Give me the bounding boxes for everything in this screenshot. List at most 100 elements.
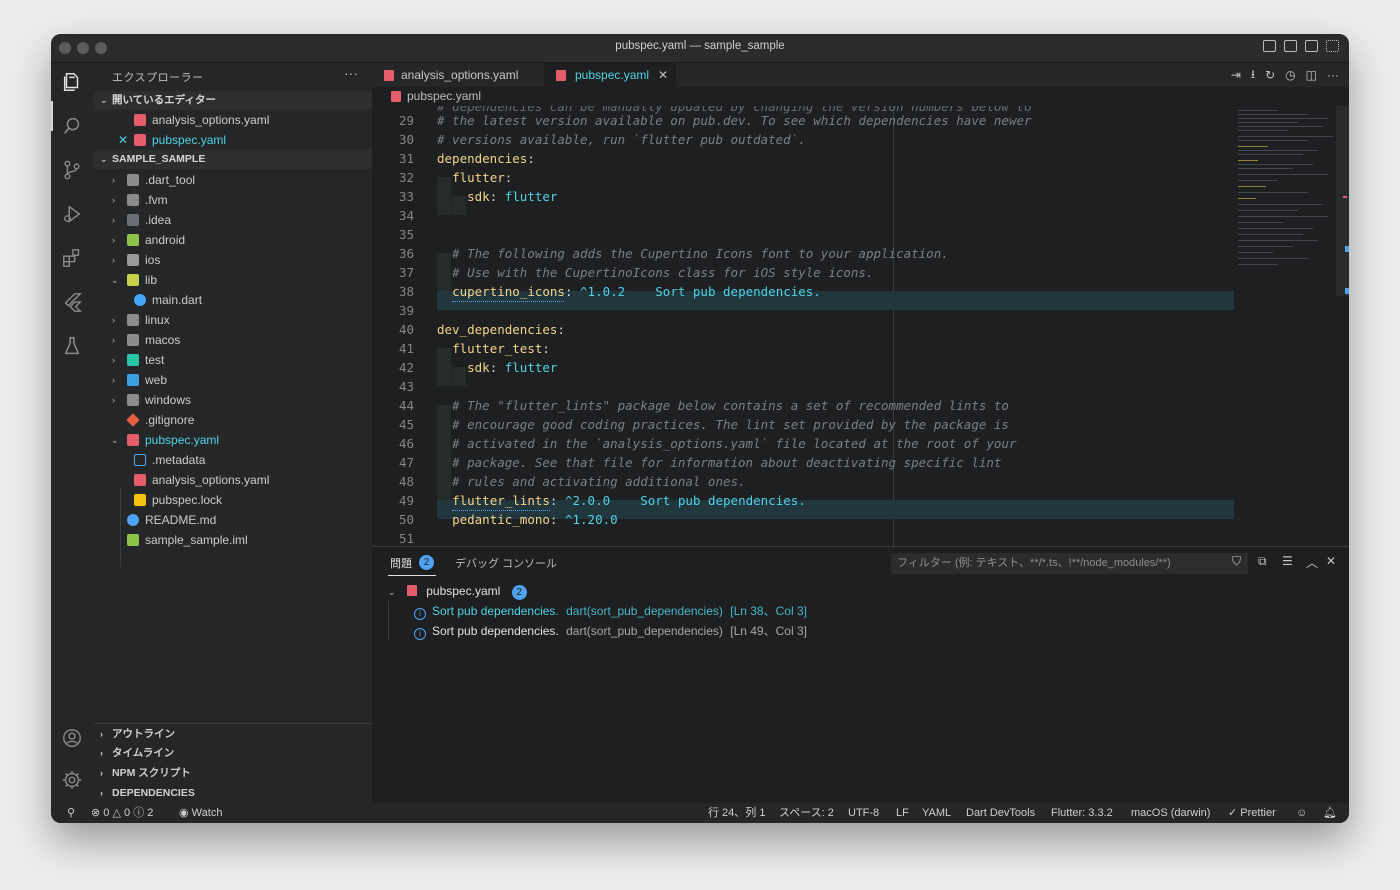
folder-icon — [127, 174, 139, 186]
toggle-panel-icon[interactable] — [1284, 40, 1297, 52]
tab-analysis-options[interactable]: analysis_options.yaml — [372, 63, 544, 87]
testing-icon[interactable] — [61, 335, 83, 357]
tree-item-main-dart[interactable]: main.dart — [94, 290, 372, 310]
chevron-down-icon: ⌄ — [100, 95, 108, 105]
tree-item-lib[interactable]: ⌄ lib — [94, 270, 372, 290]
extensions-icon[interactable] — [61, 247, 83, 269]
tab-pubspec-yaml[interactable]: pubspec.yaml ✕ — [544, 63, 676, 87]
tree-item-gitignore[interactable]: .gitignore — [94, 410, 372, 430]
minimap[interactable] — [1234, 106, 1349, 546]
info-icon: ⓘ — [133, 807, 145, 819]
tab-problems[interactable]: 問題 — [390, 555, 412, 571]
project-header[interactable]: ⌄ SAMPLE_SAMPLE — [94, 150, 372, 169]
customize-layout-icon[interactable] — [1326, 40, 1339, 52]
code-line: # rules and activating additional ones. — [437, 474, 746, 489]
prettier-status[interactable]: ✓ Prettier — [1228, 803, 1276, 823]
tree-item-dart-tool[interactable]: › .dart_tool — [94, 170, 372, 190]
problems-status[interactable]: ⊗ 0 △ 0 ⓘ 2 — [91, 803, 153, 823]
devtools-status[interactable]: Dart DevTools — [966, 803, 1035, 823]
info-file-icon — [127, 514, 139, 526]
watch-status[interactable]: ◉ Watch — [179, 803, 222, 823]
tree-item-pubspec-yaml[interactable]: ⌄ pubspec.yaml — [94, 430, 372, 450]
more-actions-icon[interactable]: ··· — [1327, 68, 1339, 82]
tree-item-linux[interactable]: › linux — [94, 310, 372, 330]
ios-folder-icon — [127, 254, 139, 266]
yaml-file-icon — [134, 474, 146, 486]
code-line: # activated in the `analysis_options.yam… — [437, 436, 1017, 451]
split-editor-icon[interactable]: ◫ — [1306, 68, 1317, 82]
close-icon[interactable]: ✕ — [118, 130, 128, 150]
close-tab-icon[interactable]: ✕ — [658, 63, 668, 87]
explorer-icon[interactable] — [61, 71, 83, 93]
open-preview-icon[interactable]: ⇥ — [1231, 68, 1241, 82]
warning-icon: △ — [112, 807, 121, 819]
encoding-status[interactable]: UTF-8 — [848, 803, 879, 823]
refresh-icon[interactable]: ↻ — [1265, 68, 1275, 82]
device-status[interactable]: macOS (darwin) — [1131, 803, 1210, 823]
tree-item-macos[interactable]: › macos — [94, 330, 372, 350]
tree-item-windows[interactable]: › windows — [94, 390, 372, 410]
tab-debug-console[interactable]: デバッグ コンソール — [455, 555, 557, 571]
timeline-section[interactable]: › タイムライン — [94, 743, 372, 763]
tree-item-ios[interactable]: › ios — [94, 250, 372, 270]
problem-file-row[interactable]: ⌄ pubspec.yaml 2 — [388, 581, 527, 601]
settings-gear-icon[interactable] — [61, 769, 83, 791]
tree-item-iml[interactable]: sample_sample.iml — [94, 530, 372, 550]
info-icon: i — [414, 628, 426, 640]
tree-item-pubspec-lock[interactable]: pubspec.lock — [94, 490, 372, 510]
problem-item[interactable]: i Sort pub dependencies. dart(sort_pub_de… — [414, 621, 807, 641]
run-debug-icon[interactable] — [61, 203, 83, 225]
code-line: # encourage good coding practices. The l… — [437, 417, 1009, 432]
tree-item-fvm[interactable]: › .fvm — [94, 190, 372, 210]
close-panel-icon[interactable]: ✕ — [1326, 554, 1336, 568]
problem-item[interactable]: i Sort pub dependencies. dart(sort_pub_de… — [414, 601, 807, 621]
remote-icon[interactable]: ⚲ — [67, 803, 75, 823]
toggle-secondary-sidebar-icon[interactable] — [1305, 40, 1318, 52]
source-control-icon[interactable] — [61, 159, 83, 181]
tree-item-android[interactable]: › android — [94, 230, 372, 250]
accounts-icon[interactable] — [61, 727, 83, 749]
editor-ruler — [893, 106, 894, 546]
code-line: pedantic_mono: ^1.20.0 — [452, 512, 618, 527]
download-icon[interactable]: ⭳ — [1251, 65, 1255, 86]
eol-status[interactable]: LF — [896, 803, 909, 823]
open-editor-item-active[interactable]: ✕ pubspec.yaml — [94, 130, 372, 150]
tree-item-readme[interactable]: README.md — [94, 510, 372, 530]
lock-file-icon — [134, 494, 146, 506]
history-icon[interactable]: ◷ — [1285, 68, 1295, 82]
tree-item-metadata[interactable]: .metadata — [94, 450, 372, 470]
filter-icon[interactable]: ⛉ — [1232, 554, 1241, 569]
open-editors-header[interactable]: ⌄ 開いているエディター — [94, 91, 372, 110]
indent-status[interactable]: スペース: 2 — [779, 803, 834, 823]
tree-item-idea[interactable]: › .idea — [94, 210, 372, 230]
maximize-panel-icon[interactable]: ︿ — [1306, 554, 1318, 571]
editor-tabs: analysis_options.yaml pubspec.yaml ✕ ⇥ ⭳… — [372, 63, 1349, 87]
breadcrumb[interactable]: pubspec.yaml — [372, 87, 1349, 106]
more-actions-icon[interactable]: ··· — [344, 65, 358, 81]
open-editor-item[interactable]: analysis_options.yaml — [94, 110, 372, 130]
code-editor[interactable]: # dependencies can be manually updated b… — [372, 106, 1349, 546]
search-icon[interactable] — [61, 115, 83, 137]
view-as-list-icon[interactable]: ☰ — [1282, 554, 1293, 568]
vscode-window: pubspec.yaml — sample_sample エクスプローラー ··… — [51, 34, 1349, 823]
flutter-version-status[interactable]: Flutter: 3.3.2 — [1051, 803, 1113, 823]
tree-item-web[interactable]: › web — [94, 370, 372, 390]
chevron-right-icon: › — [112, 375, 115, 385]
chevron-right-icon: › — [112, 335, 115, 345]
chevron-right-icon: › — [100, 788, 103, 798]
notifications-bell-icon[interactable]: 🔔︎ — [1323, 803, 1337, 823]
problems-filter-input[interactable]: フィルター (例: テキスト、**/*.ts、!**/node_modules/… — [891, 553, 1248, 574]
toggle-sidebar-icon[interactable] — [1263, 40, 1276, 52]
tree-item-test[interactable]: › test — [94, 350, 372, 370]
feedback-icon[interactable]: ☺ — [1296, 803, 1307, 823]
outline-section[interactable]: › アウトライン — [94, 723, 372, 744]
active-tab-underline — [388, 575, 436, 576]
npm-scripts-section[interactable]: › NPM スクリプト — [94, 763, 372, 783]
dependencies-section[interactable]: › DEPENDENCIES — [94, 783, 372, 803]
chevron-right-icon: › — [112, 255, 115, 265]
collapse-all-icon[interactable]: ⧉ — [1258, 554, 1267, 569]
cursor-position[interactable]: 行 24、列 1 — [708, 803, 765, 823]
flutter-icon[interactable] — [61, 291, 83, 313]
tree-item-analysis-options[interactable]: analysis_options.yaml — [94, 470, 372, 490]
language-status[interactable]: YAML — [922, 803, 951, 823]
